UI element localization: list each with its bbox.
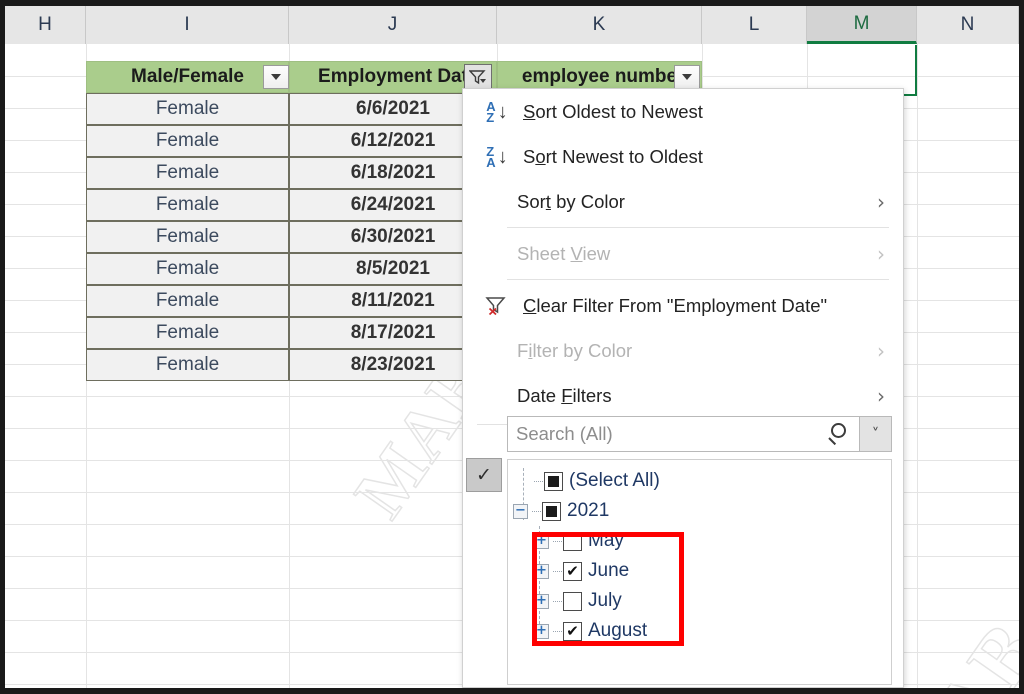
tree-item-august[interactable]: + August: [508, 616, 891, 646]
chevron-down-icon: ˅: [871, 425, 880, 443]
filter-active-icon: [468, 69, 487, 85]
check-icon: ✓: [476, 464, 492, 486]
tree-item-select-all[interactable]: (Select All): [508, 466, 891, 496]
funnel-icon: [468, 70, 486, 85]
expander-plus-icon[interactable]: +: [534, 623, 549, 639]
search-input[interactable]: Search (All): [507, 416, 860, 452]
chevron-right-icon: ›: [877, 241, 885, 266]
menu-item-label: Sort by Color: [517, 190, 625, 212]
table-header-label: Employment Dat: [318, 66, 468, 87]
tree-item-label: May: [588, 530, 624, 551]
tree-item-label: July: [588, 590, 622, 611]
menu-item-sheet-view: Sheet View ›: [463, 231, 903, 276]
checkbox-checked[interactable]: [563, 561, 582, 581]
tree-item-2021[interactable]: − 2021: [508, 496, 891, 526]
tree-item-label: June: [588, 560, 630, 581]
clear-filter-icon: [477, 295, 517, 316]
checkbox-unchecked[interactable]: [563, 531, 582, 551]
table-header-label: employee numbe: [521, 66, 678, 87]
table-cell-gender[interactable]: Female: [86, 285, 289, 317]
tree-item-label: 2021: [567, 500, 610, 521]
table-header-label: Male/Female: [131, 66, 244, 87]
menu-item-label: Sheet View: [517, 242, 611, 264]
chevron-right-icon: ›: [877, 189, 885, 214]
chevron-right-icon: ›: [877, 383, 885, 408]
checkbox-partial[interactable]: [542, 501, 561, 521]
chevron-down-icon: [682, 74, 692, 80]
menu-item-label: Date Filters: [517, 384, 612, 406]
table-header-male-female: Male/Female: [86, 61, 289, 93]
menu-separator: [507, 279, 889, 280]
tree-connector: [553, 540, 562, 542]
filter-value-tree: (Select All) − 2021 + May + June: [507, 459, 892, 685]
search-dropdown-button[interactable]: ˅: [860, 416, 892, 452]
table-cell-gender[interactable]: Female: [86, 189, 289, 221]
table-cell-gender[interactable]: Female: [86, 157, 289, 189]
filter-button-male-female[interactable]: [263, 65, 289, 89]
menu-separator: [507, 227, 889, 228]
sort-za-icon: Z A ↓: [486, 143, 508, 170]
menu-item-clear-filter[interactable]: Clear Filter From "Employment Date": [463, 283, 903, 328]
tree-connector: [553, 600, 562, 602]
tree-item-label: August: [588, 620, 648, 641]
table-cell-gender[interactable]: Female: [86, 125, 289, 157]
tree-item-may[interactable]: + May: [508, 526, 891, 556]
search-icon: [828, 423, 851, 446]
excel-worksheet: MAB MAB MAB MAB H I J K L M N Male/Femal…: [0, 0, 1024, 694]
grid-column-line: [1019, 44, 1020, 688]
checkbox-unchecked[interactable]: [563, 591, 582, 611]
expander-minus-icon[interactable]: −: [513, 503, 528, 519]
menu-item-date-filters[interactable]: Date Filters ›: [463, 373, 903, 418]
expander-plus-icon[interactable]: +: [534, 563, 549, 579]
table-cell-gender[interactable]: Female: [86, 221, 289, 253]
menu-item-filter-by-color: Filter by Color ›: [463, 328, 903, 373]
table-cell-gender[interactable]: Female: [86, 253, 289, 285]
tree-item-july[interactable]: + July: [508, 586, 891, 616]
filter-button-employee-number[interactable]: [674, 65, 700, 89]
menu-item-label: Filter by Color: [517, 339, 633, 361]
funnel-clear-icon: [485, 297, 506, 316]
menu-item-label: Clear Filter From "Employment Date": [523, 294, 828, 316]
menu-item-sort-newest-oldest[interactable]: Z A ↓ Sort Newest to Oldest: [463, 134, 903, 179]
chevron-right-icon: ›: [877, 338, 885, 363]
table-cell-gender[interactable]: Female: [86, 349, 289, 381]
tree-connector: [553, 630, 562, 632]
search-placeholder: Search (All): [516, 423, 613, 444]
table-cell-gender[interactable]: Female: [86, 317, 289, 349]
menu-item-sort-oldest-newest[interactable]: A Z ↓ Sort Oldest to Newest: [463, 89, 903, 134]
expander-plus-icon[interactable]: +: [534, 593, 549, 609]
sort-az-icon: A Z ↓: [486, 98, 508, 125]
filter-button-employment-date[interactable]: [464, 64, 492, 90]
search-row: Search (All) ˅: [507, 416, 892, 452]
tree-connector: [532, 510, 541, 512]
chevron-down-icon: [271, 74, 281, 80]
tree-connector: [534, 480, 543, 482]
autofilter-dropdown: A Z ↓ Sort Oldest to Newest Z A ↓ Sort Newes…: [462, 88, 904, 688]
tree-item-label: (Select All): [569, 470, 660, 491]
table-cell-gender[interactable]: Female: [86, 93, 289, 125]
select-all-toggle-button[interactable]: ✓: [466, 458, 502, 492]
checkbox-checked[interactable]: [563, 621, 582, 641]
tree-item-june[interactable]: + June: [508, 556, 891, 586]
tree-connector: [553, 570, 562, 572]
menu-item-label: Sort Newest to Oldest: [523, 145, 703, 167]
expander-plus-icon[interactable]: +: [534, 533, 549, 549]
menu-item-label: Sort Oldest to Newest: [523, 100, 703, 122]
menu-item-sort-by-color[interactable]: Sort by Color ›: [463, 179, 903, 224]
checkbox-partial[interactable]: [544, 471, 563, 491]
